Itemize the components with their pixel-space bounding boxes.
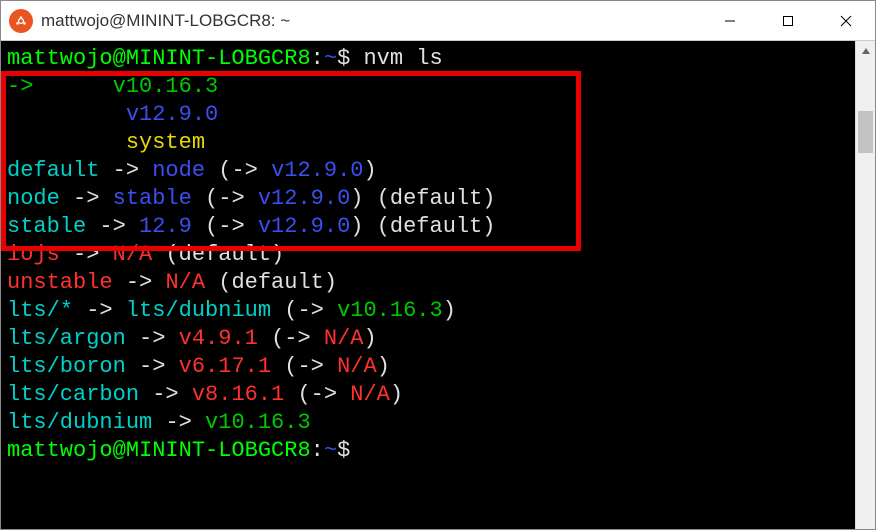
paren-r: ) — [350, 214, 363, 239]
version-current: v10.16.3 — [113, 74, 219, 99]
default-tag: (default) — [377, 186, 496, 211]
arrow-sep: -> — [99, 214, 125, 239]
prompt-colon: : — [311, 438, 324, 463]
arrow-sep: -> — [165, 410, 191, 435]
ubuntu-icon — [9, 9, 33, 33]
alias-lts-dubnium: lts/dubnium — [7, 410, 152, 435]
window-controls — [701, 1, 875, 40]
window-title: mattwojo@MININT-LOBGCR8: ~ — [41, 11, 701, 31]
arrow-sep: -> — [297, 298, 323, 323]
paren-l: ( — [284, 354, 297, 379]
arrow-sep: -> — [297, 354, 323, 379]
paren-l: ( — [284, 298, 297, 323]
paren-r: ) — [363, 158, 376, 183]
alias-default: default — [7, 158, 99, 183]
scrollbar[interactable] — [855, 41, 875, 529]
scroll-up-icon[interactable] — [856, 41, 875, 61]
alias-lts-argon: lts/argon — [7, 326, 126, 351]
version-old: v6.17.1 — [179, 354, 271, 379]
paren-l: ( — [218, 158, 231, 183]
arrow-sep: -> — [139, 354, 165, 379]
prompt-colon: : — [311, 46, 324, 71]
version-ref: v12.9.0 — [258, 214, 350, 239]
alias-stable: stable — [7, 214, 86, 239]
version-ref: v10.16.3 — [337, 298, 443, 323]
paren-r: ) — [390, 382, 403, 407]
version-ref: v10.16.3 — [205, 410, 311, 435]
arrow-sep: -> — [139, 326, 165, 351]
alias-lts-star: lts/* — [7, 298, 73, 323]
paren-r: ) — [363, 326, 376, 351]
version-ref: v12.9.0 — [258, 186, 350, 211]
paren-l: ( — [297, 382, 310, 407]
prompt-path: ~ — [324, 438, 337, 463]
default-tag: (default) — [165, 242, 284, 267]
terminal[interactable]: mattwojo@MININT-LOBGCR8:~$ nvm ls -> v10… — [1, 41, 855, 529]
alias-target: 12.9 — [139, 214, 192, 239]
arrow-sep: -> — [126, 270, 152, 295]
prompt-path: ~ — [324, 46, 337, 71]
alias-lts-carbon: lts/carbon — [7, 382, 139, 407]
paren-l: ( — [271, 326, 284, 351]
paren-l: ( — [205, 186, 218, 211]
alias-unstable: unstable — [7, 270, 113, 295]
maximize-button[interactable] — [759, 1, 817, 40]
paren-r: ) — [443, 298, 456, 323]
alias-target: stable — [113, 186, 192, 211]
prompt-userhost: mattwojo@MININT-LOBGCR8 — [7, 46, 311, 71]
alias-lts-boron: lts/boron — [7, 354, 126, 379]
na-text: N/A — [165, 270, 205, 295]
minimize-button[interactable] — [701, 1, 759, 40]
prompt-userhost: mattwojo@MININT-LOBGCR8 — [7, 438, 311, 463]
arrow-sep: -> — [86, 298, 112, 323]
version-item: v12.9.0 — [126, 102, 218, 127]
titlebar: mattwojo@MININT-LOBGCR8: ~ — [1, 1, 875, 41]
arrow-sep: -> — [218, 186, 244, 211]
alias-target: lts/dubnium — [126, 298, 271, 323]
arrow-sep: -> — [113, 158, 139, 183]
close-button[interactable] — [817, 1, 875, 40]
terminal-container: mattwojo@MININT-LOBGCR8:~$ nvm ls -> v10… — [1, 41, 875, 529]
alias-node: node — [7, 186, 60, 211]
arrow-sep: -> — [231, 158, 257, 183]
scroll-thumb[interactable] — [858, 111, 873, 153]
na-text: N/A — [113, 242, 153, 267]
arrow-sep: -> — [218, 214, 244, 239]
current-arrow: -> — [7, 74, 33, 99]
version-old: v8.16.1 — [192, 382, 284, 407]
arrow-sep: -> — [152, 382, 178, 407]
paren-r: ) — [350, 186, 363, 211]
prompt-dollar: $ — [337, 46, 350, 71]
command-text: nvm ls — [363, 46, 442, 71]
na-text: N/A — [337, 354, 377, 379]
arrow-sep: -> — [311, 382, 337, 407]
paren-l: ( — [205, 214, 218, 239]
prompt-dollar: $ — [337, 438, 350, 463]
paren-r: ) — [377, 354, 390, 379]
na-text: N/A — [350, 382, 390, 407]
arrow-sep: -> — [284, 326, 310, 351]
alias-iojs: iojs — [7, 242, 60, 267]
na-text: N/A — [324, 326, 364, 351]
default-tag: (default) — [377, 214, 496, 239]
version-ref: v12.9.0 — [271, 158, 363, 183]
arrow-sep: -> — [73, 242, 99, 267]
default-tag: (default) — [218, 270, 337, 295]
version-system: system — [126, 130, 205, 155]
version-old: v4.9.1 — [179, 326, 258, 351]
arrow-sep: -> — [73, 186, 99, 211]
alias-target: node — [152, 158, 205, 183]
